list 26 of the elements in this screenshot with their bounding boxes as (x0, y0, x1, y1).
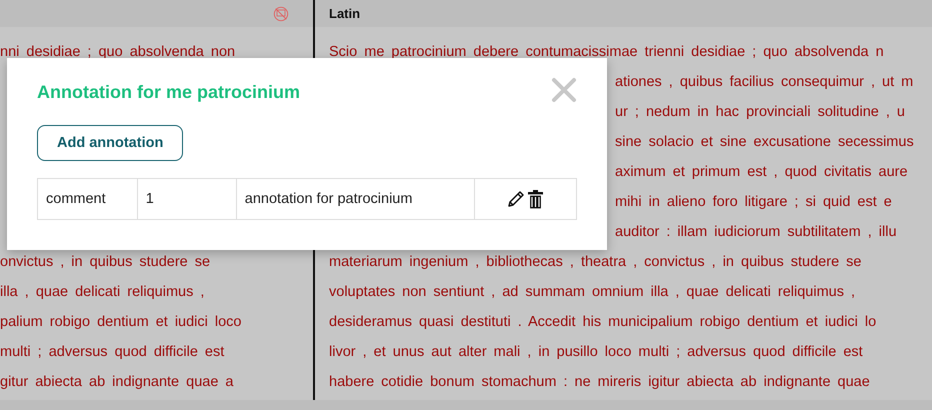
text-line: ur ; nedum in hac provinciali solitudine , u (615, 103, 906, 122)
text-line: onvictus , in quibus studere se (0, 253, 212, 272)
text-line: mihi in alieno foro litigare ; si quid est e (615, 193, 893, 212)
text-line: aximum et primum est , quod civitatis aure (615, 163, 909, 182)
text-line: habere cotidie bonum stomachum : ne mireris igitur abiecta ab indignante quae (329, 373, 871, 392)
text-line: desideramus quasi destituti . Accedit his municipalium robigo dentium et iudici lo (329, 313, 878, 332)
trash-icon[interactable] (528, 190, 544, 208)
text-line: materiarum ingenium , bibliothecas , theatra , convictus , in quibus studere se (329, 253, 862, 272)
text-line: livor , et unus aut alter mali , in pusillo loco multi ; adversus quod difficile est (329, 343, 864, 362)
text-line: Scio me patrocinium debere contumacissimae trienni desidiae ; quo absolvenda n (329, 43, 885, 62)
text-line: auditor : illam iudiciorum subtilitatem , illu (615, 223, 898, 242)
text-line: multi ; adversus quod difficile est (0, 343, 226, 362)
add-annotation-button[interactable]: Add annotation (37, 125, 184, 161)
pencil-icon[interactable] (507, 190, 526, 208)
column-header: Latin (329, 6, 360, 21)
text-line: ationes , quibus facilius consequimur , ut m (615, 73, 914, 92)
text-line: illa , quae delicati reliquimus , (0, 283, 206, 302)
dialog-title: Annotation for me patrocinium (37, 81, 300, 104)
text-line: gitur abiecta ab indignante quae a (0, 373, 234, 392)
table-cell: comment (38, 178, 138, 220)
text-line: sine solacio et sine excusatione secessimus (615, 133, 915, 152)
table-cell: 1 (137, 178, 236, 220)
text-line: voluptates non sentiunt , ad summam omnium illa , quae delicati reliquimus , (329, 283, 856, 302)
table-cell: annotation for patrocinium (236, 178, 474, 220)
text-line: nni desidiae ; quo absolvenda non (0, 43, 236, 62)
text-line: palium robigo dentium et iudici loco (0, 313, 242, 332)
